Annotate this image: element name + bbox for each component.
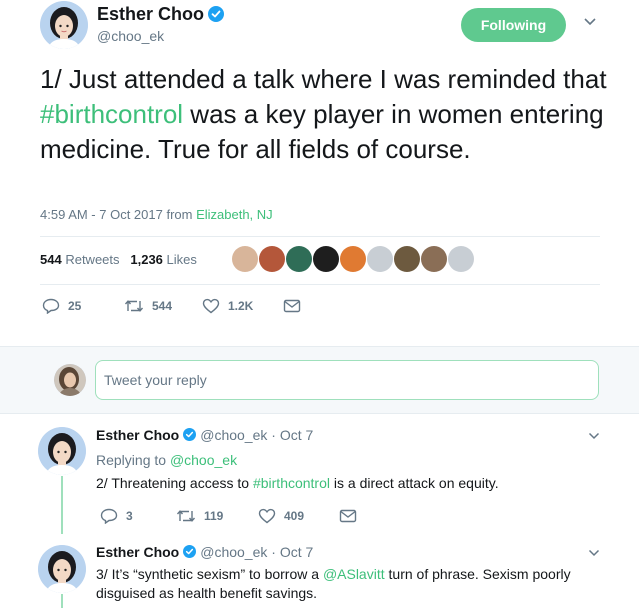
divider: [40, 236, 600, 237]
reply-text: 2/ Threatening access to #birthcontrol i…: [96, 474, 596, 493]
liker-avatar[interactable]: [394, 246, 420, 272]
timestamp-text[interactable]: 4:59 AM - 7 Oct 2017 from: [40, 207, 196, 222]
heart-icon: [202, 298, 220, 314]
verified-badge-icon: [183, 428, 197, 441]
liker-avatar[interactable]: [340, 246, 366, 272]
retweets-label: Retweets: [65, 252, 120, 267]
author-avatar[interactable]: [40, 1, 88, 49]
retweet-count: 544: [152, 299, 173, 313]
reply-tweet[interactable]: Esther Choo @choo_ek · Oct 7 Replying to …: [0, 415, 639, 541]
liker-avatar[interactable]: [313, 246, 339, 272]
main-tweet: Esther Choo @choo_ek Following 1/ Just a…: [0, 0, 639, 346]
reply-author-handle[interactable]: @choo_ek: [200, 544, 267, 560]
direct-message-icon: [339, 509, 357, 523]
likes-count: 1,236: [130, 252, 163, 267]
direct-message-button[interactable]: [283, 298, 309, 314]
reply-date[interactable]: Oct 7: [280, 544, 313, 560]
hashtag-link[interactable]: #birthcontrol: [40, 99, 183, 129]
reply-author-avatar[interactable]: [38, 427, 86, 475]
reply-icon: [42, 298, 60, 314]
verified-badge-icon: [183, 545, 197, 558]
replying-to: Replying to @choo_ek: [96, 452, 237, 468]
retweet-count: 119: [204, 509, 224, 523]
reply-text-part2: is a direct attack on equity.: [330, 475, 499, 491]
reply-count: 25: [68, 299, 82, 313]
reply-tweet[interactable]: Esther Choo @choo_ek · Oct 7 3/ It’s “syn…: [0, 541, 639, 608]
retweet-button[interactable]: 119: [176, 508, 223, 524]
like-count: 409: [284, 509, 305, 523]
reply-text: 3/ It’s “synthetic sexism” to borrow a @…: [96, 565, 596, 603]
tweet-timestamp: 4:59 AM - 7 Oct 2017 from Elizabeth, NJ: [40, 207, 273, 222]
reply-author-name[interactable]: Esther Choo: [96, 544, 179, 560]
reply-box[interactable]: [95, 360, 599, 400]
likes-stat[interactable]: 1,236 Likes: [130, 252, 197, 267]
like-button[interactable]: 1.2K: [202, 298, 253, 314]
direct-message-button[interactable]: [339, 508, 365, 524]
reply-text-part1: 3/ It’s “synthetic sexism” to borrow a: [96, 566, 323, 582]
author-name-text[interactable]: Esther Choo: [97, 4, 204, 24]
retweet-icon: [124, 300, 144, 312]
engagement-stats: 544 Retweets 1,236 Likes: [40, 252, 197, 267]
reply-icon: [100, 508, 118, 524]
like-button[interactable]: 409: [258, 508, 304, 524]
reply-author-handle[interactable]: @choo_ek: [200, 427, 267, 443]
reply-date[interactable]: Oct 7: [280, 427, 313, 443]
direct-message-icon: [283, 299, 301, 313]
retweets-count: 544: [40, 252, 62, 267]
reply-count: 3: [126, 509, 133, 523]
chevron-down-icon[interactable]: [588, 432, 600, 440]
verified-badge-icon: [208, 6, 225, 22]
liker-avatar[interactable]: [259, 246, 285, 272]
reply-button[interactable]: 3: [100, 508, 133, 524]
tweet-text: 1/ Just attended a talk where I was remi…: [40, 62, 610, 167]
replying-to-handle[interactable]: @choo_ek: [170, 452, 237, 468]
location-link[interactable]: Elizabeth, NJ: [196, 207, 273, 222]
reply-header: Esther Choo @choo_ek · Oct 7: [96, 544, 314, 560]
current-user-avatar: [54, 364, 86, 396]
liker-avatar[interactable]: [232, 246, 258, 272]
heart-icon: [258, 508, 276, 524]
mention-link[interactable]: @ASlavitt: [323, 566, 385, 582]
reply-author-name[interactable]: Esther Choo: [96, 427, 179, 443]
liker-avatar[interactable]: [421, 246, 447, 272]
reply-author-avatar[interactable]: [38, 545, 86, 593]
chevron-down-icon[interactable]: [583, 17, 597, 27]
retweet-button[interactable]: 544: [124, 298, 172, 314]
tweet-text-part1: 1/ Just attended a talk where I was remi…: [40, 64, 607, 94]
replying-to-prefix: Replying to: [96, 452, 170, 468]
following-button[interactable]: Following: [461, 8, 566, 42]
liker-avatar[interactable]: [286, 246, 312, 272]
reply-composer: [0, 346, 639, 414]
reply-button[interactable]: 25: [42, 298, 81, 314]
divider: [40, 284, 600, 285]
liker-avatar[interactable]: [448, 246, 474, 272]
retweet-icon: [176, 510, 196, 522]
reply-header: Esther Choo @choo_ek · Oct 7: [96, 427, 314, 443]
reply-text-part1: 2/ Threatening access to: [96, 475, 253, 491]
reply-input[interactable]: [104, 361, 584, 399]
likes-label: Likes: [166, 252, 197, 267]
hashtag-link[interactable]: #birthcontrol: [253, 475, 330, 491]
chevron-down-icon[interactable]: [588, 549, 600, 557]
author-handle[interactable]: @choo_ek: [97, 28, 164, 44]
like-count: 1.2K: [228, 299, 254, 313]
liker-avatar[interactable]: [367, 246, 393, 272]
author-display-name[interactable]: Esther Choo: [97, 4, 225, 25]
retweets-stat[interactable]: 544 Retweets: [40, 252, 120, 267]
